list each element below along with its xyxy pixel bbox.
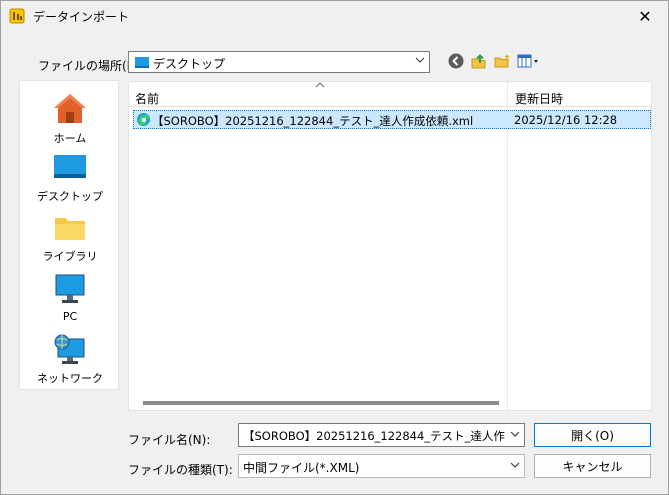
- filename-label: ファイル名(N):: [128, 433, 211, 447]
- home-icon: [20, 91, 120, 128]
- up-folder-icon: [470, 54, 488, 73]
- place-network[interactable]: ネットワーク: [20, 333, 120, 386]
- new-folder-button[interactable]: [493, 52, 513, 72]
- place-home[interactable]: ホーム: [20, 91, 120, 146]
- table-row[interactable]: 【SOROBO】20251216_122844_テスト_達人作成依頼.xml 2…: [133, 110, 651, 129]
- chevron-down-icon: [510, 460, 520, 473]
- lookin-value: デスクトップ: [153, 57, 226, 71]
- import-dialog: データインポート ✕ ファイルの場所(I): デスクトップ ホーム デスクトップ…: [0, 0, 669, 495]
- places-bar: ホーム デスクトップ ライブラリ PC ネットワーク: [19, 80, 119, 390]
- filetype-select[interactable]: 中間ファイル(*.XML): [238, 454, 525, 478]
- chevron-down-icon[interactable]: [510, 429, 520, 442]
- close-button[interactable]: ✕: [622, 1, 668, 31]
- back-icon: [447, 53, 465, 73]
- file-name: 【SOROBO】20251216_122844_テスト_達人作成依頼.xml: [152, 114, 474, 128]
- cancel-button[interactable]: キャンセル: [534, 454, 651, 478]
- desktop-icon: [20, 153, 120, 186]
- column-header: 名前 更新日時: [129, 82, 651, 107]
- back-button[interactable]: [447, 52, 467, 72]
- horizontal-scrollbar[interactable]: [143, 401, 499, 405]
- network-icon: [20, 333, 120, 368]
- filename-input[interactable]: 【SOROBO】20251216_122844_テスト_達人作成依頼.x: [238, 423, 525, 447]
- filename-value: 【SOROBO】20251216_122844_テスト_達人作成依頼.x: [243, 429, 505, 443]
- open-button[interactable]: 開く(O): [534, 423, 651, 447]
- place-pc-label: PC: [62, 310, 78, 323]
- monitor-icon: [20, 273, 120, 308]
- app-icon: [9, 8, 25, 24]
- place-library[interactable]: ライブラリ: [20, 213, 120, 264]
- edge-file-icon: [136, 112, 151, 130]
- close-icon: ✕: [638, 6, 652, 26]
- lookin-label: ファイルの場所(I):: [38, 59, 139, 73]
- view-menu-button[interactable]: [517, 52, 545, 72]
- filetype-value: 中間ファイル(*.XML): [243, 461, 360, 475]
- file-list[interactable]: 名前 更新日時 【SOROBO】20251216_122844_テスト_達人作成…: [128, 81, 652, 411]
- view-menu-icon: [517, 54, 543, 73]
- chevron-down-icon: [415, 55, 425, 68]
- filetype-label: ファイルの種類(T):: [128, 463, 233, 477]
- column-divider[interactable]: [507, 82, 508, 410]
- new-folder-icon: [493, 54, 511, 73]
- folder-icon: [20, 213, 120, 246]
- column-name[interactable]: 名前: [135, 90, 159, 107]
- place-home-label: ホーム: [53, 132, 87, 145]
- place-library-label: ライブラリ: [42, 250, 98, 263]
- title-bar: データインポート ✕: [1, 1, 668, 31]
- place-network-label: ネットワーク: [37, 372, 103, 385]
- column-date[interactable]: 更新日時: [515, 90, 563, 107]
- window-title: データインポート: [33, 10, 130, 24]
- place-desktop[interactable]: デスクトップ: [20, 153, 120, 204]
- place-pc[interactable]: PC: [20, 273, 120, 323]
- up-folder-button[interactable]: [470, 52, 490, 72]
- lookin-combo[interactable]: デスクトップ: [128, 51, 430, 73]
- place-desktop-label: デスクトップ: [37, 190, 103, 203]
- desktop-small-icon: [135, 57, 149, 72]
- sort-up-icon: [315, 82, 325, 91]
- file-date: 2025/12/16 12:28: [514, 113, 618, 127]
